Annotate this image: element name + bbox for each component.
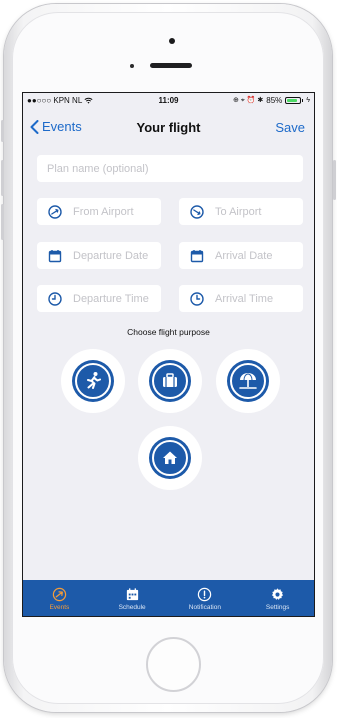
running-icon — [75, 363, 111, 399]
volume-up-button — [1, 160, 4, 196]
arrival-time-field[interactable]: Arrival Time — [179, 285, 303, 312]
plan-name-input[interactable]: Plan name (optional) — [37, 155, 303, 182]
purpose-home-button[interactable] — [138, 426, 202, 490]
purpose-business-circle — [149, 360, 191, 402]
charging-icon: ϟ — [306, 97, 310, 104]
departure-time-label: Departure Time — [73, 292, 149, 305]
clock-icon — [189, 291, 205, 307]
status-right-group: ⊕ ⌖ ⏰ ✱ 85% ϟ — [233, 96, 310, 105]
status-indicator-icons: ⊕ ⌖ ⏰ ✱ — [233, 97, 264, 104]
departure-plane-icon — [47, 204, 63, 220]
arrival-plane-icon — [189, 204, 205, 220]
battery-icon — [285, 97, 302, 104]
page-title: Your flight — [136, 120, 201, 135]
navigation-bar: Events Your flight Save — [23, 109, 314, 143]
calendar-icon — [189, 248, 205, 264]
calendar-icon — [124, 586, 140, 602]
tab-events[interactable]: Events — [23, 580, 96, 616]
front-camera — [169, 38, 175, 44]
purpose-home-circle — [149, 437, 191, 479]
tab-schedule-label: Schedule — [118, 604, 146, 611]
departure-date-field[interactable]: Departure Date — [37, 242, 161, 269]
purpose-business-button[interactable] — [138, 349, 202, 413]
purpose-heading: Choose flight purpose — [127, 327, 210, 337]
tab-events-label: Events — [49, 604, 70, 611]
to-airport-label: To Airport — [215, 205, 262, 218]
from-airport-field[interactable]: From Airport — [37, 198, 161, 225]
arrival-date-field[interactable]: Arrival Date — [179, 242, 303, 269]
app-screen: ●●○○○ KPN NL 11:09 ⊕ ⌖ ⏰ ✱ 85% ϟ Events … — [22, 92, 315, 617]
home-button[interactable] — [146, 637, 201, 692]
departure-date-label: Departure Date — [73, 249, 149, 262]
plan-name-placeholder: Plan name (optional) — [47, 162, 149, 175]
battery-tip — [302, 99, 304, 102]
tab-schedule[interactable]: Schedule — [96, 580, 169, 616]
battery-percent: 85% — [266, 96, 283, 105]
mute-switch — [1, 120, 4, 142]
purpose-sport-button[interactable] — [61, 349, 125, 413]
clock-icon — [47, 291, 63, 307]
purpose-vacation-circle — [227, 360, 269, 402]
alert-icon — [197, 586, 213, 602]
save-button[interactable]: Save — [275, 120, 305, 135]
tab-bar: Events Schedule Notification Settings — [23, 580, 314, 616]
home-icon — [152, 440, 188, 476]
gear-icon — [270, 586, 286, 602]
beach-umbrella-icon — [230, 363, 266, 399]
tab-notification-label: Notification — [188, 604, 221, 611]
proximity-sensor — [130, 64, 134, 68]
power-button — [333, 160, 336, 200]
airplane-icon — [51, 586, 67, 602]
battery-level — [287, 99, 298, 102]
calendar-icon — [47, 248, 63, 264]
tab-settings-label: Settings — [265, 604, 290, 611]
status-bar: ●●○○○ KPN NL 11:09 ⊕ ⌖ ⏰ ✱ 85% ϟ — [23, 93, 314, 109]
departure-time-field[interactable]: Departure Time — [37, 285, 161, 312]
tab-notification[interactable]: Notification — [169, 580, 242, 616]
volume-down-button — [1, 204, 4, 240]
arrival-time-label: Arrival Time — [215, 292, 274, 305]
to-airport-field[interactable]: To Airport — [179, 198, 303, 225]
briefcase-icon — [152, 363, 188, 399]
from-airport-label: From Airport — [73, 205, 134, 218]
tab-settings[interactable]: Settings — [241, 580, 314, 616]
arrival-date-label: Arrival Date — [215, 249, 273, 262]
purpose-vacation-button[interactable] — [216, 349, 280, 413]
purpose-sport-circle — [72, 360, 114, 402]
earpiece-speaker — [150, 63, 192, 68]
